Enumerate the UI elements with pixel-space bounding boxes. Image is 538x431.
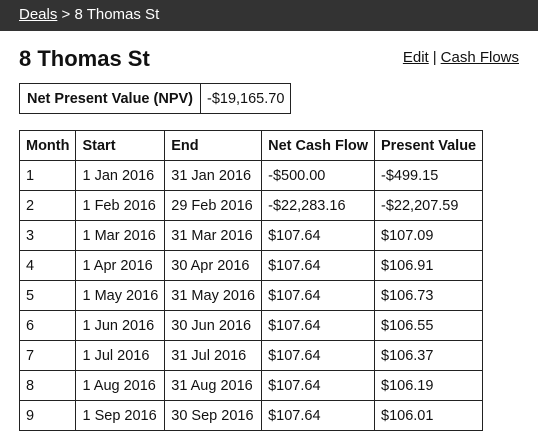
month-cell: 2	[18, 190, 77, 221]
net-cash-flow-cell: $107.64	[261, 250, 376, 281]
start-cell: 1 Apr 2016	[75, 250, 166, 281]
column-header-present-value: Present Value	[374, 130, 484, 161]
end-cell: 30 Apr 2016	[164, 250, 263, 281]
start-cell: 1 Aug 2016	[75, 370, 166, 401]
cash-flows-link[interactable]: Cash Flows	[441, 49, 519, 66]
column-header-start: Start	[75, 130, 166, 161]
start-cell: 1 May 2016	[75, 280, 166, 311]
month-cell: 4	[18, 250, 77, 281]
column-header-end: End	[164, 130, 263, 161]
net-cash-flow-cell: $107.64	[261, 310, 376, 341]
table-row: 21 Feb 2016 29 Feb 2016 -$22,283.16 -$22,20…	[18, 190, 484, 221]
table-row: 11 Jan 2016 31 Jan 2016 -$500.00 -$499.15	[18, 160, 484, 191]
month-cell: 3	[18, 220, 77, 251]
present-value-cell: $106.19	[374, 370, 484, 401]
present-value-cell: -$499.15	[374, 160, 484, 191]
net-cash-flow-cell: $107.64	[261, 370, 376, 401]
end-cell: 31 May 2016	[164, 280, 263, 311]
table-row: 81 Aug 2016 31 Aug 2016 $107.64 $106.19	[18, 370, 484, 401]
table-row: 71 Jul 2016 31 Jul 2016 $107.64 $106.37	[18, 340, 484, 371]
breadcrumb-link-deals[interactable]: Deals	[19, 6, 57, 23]
npv-value: -$19,165.70	[199, 83, 292, 114]
breadcrumb-separator: >	[61, 6, 71, 23]
net-cash-flow-cell: -$500.00	[261, 160, 376, 191]
present-value-cell: $106.55	[374, 310, 484, 341]
npv-row: Net Present Value (NPV) -$19,165.70	[19, 83, 292, 114]
month-cell: 5	[18, 280, 77, 311]
present-value-cell: $106.37	[374, 340, 484, 371]
table-row: 51 May 2016 31 May 2016 $107.64 $106.73	[18, 280, 484, 311]
start-cell: 1 Mar 2016	[75, 220, 166, 251]
net-cash-flow-cell: $107.64	[261, 340, 376, 371]
table-row: 61 Jun 2016 30 Jun 2016 $107.64 $106.55	[18, 310, 484, 341]
page-actions: Edit | Cash Flows	[403, 49, 519, 66]
end-cell: 30 Jun 2016	[164, 310, 263, 341]
column-header-net-cash-flow: Net Cash Flow	[261, 130, 376, 161]
month-cell: 6	[18, 310, 77, 341]
table-row: 31 Mar 2016 31 Mar 2016 $107.64 $107.09	[18, 220, 484, 251]
cash-flow-table: Month Start End Net Cash Flow Present Va…	[18, 130, 484, 431]
breadcrumb: Deals > 8 Thomas St	[0, 0, 538, 31]
present-value-cell: $106.73	[374, 280, 484, 311]
net-cash-flow-cell: $107.64	[261, 220, 376, 251]
end-cell: 31 Jul 2016	[164, 340, 263, 371]
table-body: 11 Jan 2016 31 Jan 2016 -$500.00 -$499.15 2 1…	[18, 160, 484, 431]
end-cell: 31 Jan 2016	[164, 160, 263, 191]
npv-summary: Net Present Value (NPV) -$19,165.70	[19, 83, 292, 114]
page-title: 8 Thomas St	[19, 46, 150, 71]
net-cash-flow-cell: -$22,283.16	[261, 190, 376, 221]
start-cell: 1 Jun 2016	[75, 310, 166, 341]
start-cell: 1 Feb 2016	[75, 190, 166, 221]
month-cell: 8	[18, 370, 77, 401]
end-cell: 31 Aug 2016	[164, 370, 263, 401]
breadcrumb-current: 8 Thomas St	[74, 6, 160, 23]
month-cell: 7	[18, 340, 77, 371]
present-value-cell: -$22,207.59	[374, 190, 484, 221]
actions-separator: |	[432, 49, 437, 66]
table-row: 41 Apr 2016 30 Apr 2016 $107.64 $106.91	[18, 250, 484, 281]
npv-label: Net Present Value (NPV)	[19, 83, 201, 114]
net-cash-flow-cell: $107.64	[261, 280, 376, 311]
edit-link[interactable]: Edit	[403, 49, 429, 66]
present-value-cell: $106.91	[374, 250, 484, 281]
month-cell: 1	[18, 160, 77, 191]
end-cell: 29 Feb 2016	[164, 190, 263, 221]
end-cell: 31 Mar 2016	[164, 220, 263, 251]
column-header-month: Month	[18, 130, 77, 161]
table-header-row: Month Start End Net Cash Flow Present Va…	[18, 130, 484, 161]
present-value-cell: $107.09	[374, 220, 484, 251]
start-cell: 1 Jan 2016	[75, 160, 166, 191]
start-cell: 1 Jul 2016	[75, 340, 166, 371]
